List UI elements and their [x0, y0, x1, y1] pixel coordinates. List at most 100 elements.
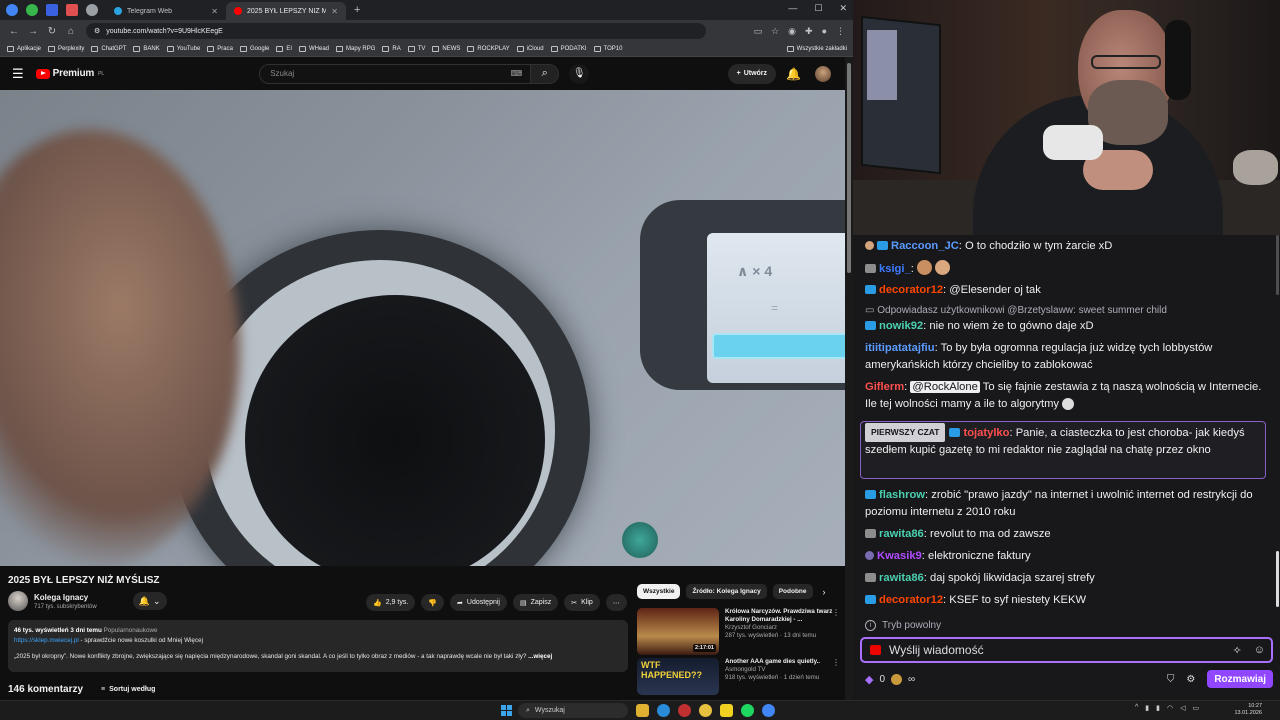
chat-username[interactable]: Kwasik9 [877, 550, 922, 562]
user-mention[interactable]: @RockAlone [910, 381, 980, 393]
reply-context[interactable]: ▭ Odpowiadasz użytkownikowi @Brzetyslaww… [865, 305, 1265, 316]
reload-icon[interactable]: ↻ [47, 26, 57, 37]
menu-dots-icon[interactable]: ⋮ [836, 26, 845, 37]
recommended-title[interactable]: Królowa Narcyzów. Prawdziwa twarz Karoli… [725, 608, 842, 624]
search-button[interactable]: ⌕ [531, 63, 560, 84]
start-icon[interactable] [501, 705, 512, 716]
close-tab-icon[interactable]: ✕ [331, 7, 338, 16]
bookmark-item[interactable]: ChatGPT [91, 46, 126, 52]
more-options-icon[interactable]: ⋮ [832, 658, 840, 667]
bookmark-item[interactable]: TV [407, 46, 425, 52]
file-explorer-icon[interactable] [636, 704, 649, 717]
emote-picker-icon[interactable]: ☺ [1254, 644, 1265, 657]
recommended-video[interactable]: 2:17:01 Królowa Narcyzów. Prawdziwa twar… [637, 608, 842, 655]
chat-username[interactable]: tojatylko [963, 427, 1009, 439]
video-player[interactable]: ∧ × 4 = [0, 90, 845, 566]
recommended-title[interactable]: Another AAA game dies quietly.. [725, 658, 842, 666]
avatar[interactable] [815, 65, 831, 82]
back-icon[interactable]: ← [9, 26, 19, 37]
new-tab-button[interactable]: + [354, 4, 360, 16]
chat-username[interactable]: nowik92 [879, 320, 923, 332]
chat-username[interactable]: decorator12 [879, 284, 943, 296]
all-bookmarks[interactable]: Wszystkie zakładki [786, 46, 847, 52]
channel-name[interactable]: Kolega Ignacy [34, 593, 97, 602]
cast-icon[interactable]: ▭ [754, 26, 763, 37]
search-input[interactable]: Szukaj ⌨ [259, 63, 532, 84]
pinned-tab-icon-2[interactable] [66, 4, 78, 16]
puzzle-icon[interactable]: ✚ [805, 26, 813, 37]
bookmark-item[interactable]: iCloud [516, 46, 544, 52]
clock[interactable]: 10:27 13.01.2026 [1224, 703, 1262, 717]
settings-gear-icon[interactable]: ⚙ [1186, 674, 1195, 685]
more-link[interactable]: ...więcej [528, 653, 552, 660]
chrome-icon[interactable] [699, 704, 712, 717]
more-actions-button[interactable]: ⋯ [605, 594, 627, 611]
chat-scrollbar-thumb[interactable] [1276, 551, 1279, 607]
recommended-video[interactable]: WTF HAPPENED?? Another AAA game dies qui… [637, 658, 842, 695]
save-button[interactable]: ▤ Zapisz [512, 594, 559, 611]
voice-search-button[interactable]: 🎙 [569, 63, 590, 84]
bookmark-item[interactable]: EI [276, 46, 292, 52]
bookmark-star-icon[interactable]: ☆ [771, 26, 779, 37]
opera-icon[interactable] [678, 704, 691, 717]
close-tab-icon[interactable]: ✕ [211, 7, 218, 16]
tab-youtube[interactable]: 2025 BYŁ LEPSZY NIŻ MYŚLISZ ✕ [226, 2, 346, 20]
bookmark-item[interactable]: Perplexity [48, 46, 84, 52]
chat-username[interactable]: rawita86 [879, 528, 924, 540]
create-button[interactable]: + Utwórz [727, 63, 777, 84]
chat-username[interactable]: rawita86 [879, 572, 924, 584]
chevron-right-icon[interactable]: › [823, 587, 826, 597]
channel-avatar[interactable] [8, 591, 28, 611]
bookmark-item[interactable]: PODATKI [550, 46, 587, 52]
magic-icon[interactable]: ✧ [1233, 644, 1242, 657]
whatsapp-icon[interactable] [26, 4, 38, 16]
pinned-tab-icon-3[interactable] [86, 4, 98, 16]
spotify-icon[interactable] [741, 704, 754, 717]
channel-points[interactable]: ◆ 0 ∞ [865, 673, 915, 686]
category-tag[interactable]: Popularnonaukowe [104, 627, 158, 634]
chat-username[interactable]: decorator12 [879, 594, 943, 606]
bookmark-item[interactable]: YouTube [166, 46, 200, 52]
like-button[interactable]: 👍 2,9 tys. [366, 594, 416, 611]
chip-similar[interactable]: Podobne [772, 584, 813, 599]
home-icon[interactable]: ⌂ [66, 26, 76, 37]
edge-icon[interactable] [657, 704, 670, 717]
notifications-bell-icon[interactable]: 🔔 [786, 67, 801, 81]
profile-icon[interactable]: ● [822, 26, 827, 37]
tray-chevron-icon[interactable]: ^ [1135, 704, 1138, 712]
forward-icon[interactable]: → [28, 26, 38, 37]
page-scrollbar[interactable] [845, 57, 853, 700]
sort-button[interactable]: ≡ Sortuj według [101, 686, 155, 693]
bookmark-item[interactable]: TOP10 [593, 46, 622, 52]
more-options-icon[interactable]: ⋮ [832, 608, 840, 617]
bookmark-item[interactable]: RA [382, 46, 401, 52]
close-window-icon[interactable]: ✕ [839, 3, 847, 14]
bookmark-item[interactable]: BANK [133, 46, 160, 52]
network-icon[interactable]: ◠ [1167, 704, 1173, 712]
video-description[interactable]: 46 tys. wyświetleń 3 dni temu Popularnon… [8, 620, 628, 672]
recommended-channel[interactable]: Krzysztof Gonciarz [725, 624, 842, 632]
send-chat-button[interactable]: Rozmawiaj [1207, 670, 1273, 688]
clip-button[interactable]: ✂ Klip [564, 594, 600, 611]
menu-hamburger-icon[interactable]: ☰ [12, 66, 24, 82]
pinned-tab-icon[interactable] [46, 4, 58, 16]
shield-icon[interactable]: ⛉ [1167, 674, 1175, 685]
youtube-logo[interactable]: Premium PL [35, 68, 104, 79]
bookmark-item[interactable]: NEWS [432, 46, 460, 52]
chat-username[interactable]: flashrow [879, 489, 925, 501]
video-thumbnail[interactable]: WTF HAPPENED?? [637, 658, 719, 695]
bookmark-item[interactable]: Praca [207, 46, 233, 52]
dislike-button[interactable]: 👎 [421, 594, 445, 611]
scrollbar-thumb[interactable] [847, 63, 851, 273]
extension-icon[interactable]: ◉ [788, 26, 796, 37]
chrome-active-icon[interactable] [762, 704, 775, 717]
address-bar[interactable]: ⚙ youtube.com/watch?v=9U9HlcKEegE [86, 23, 706, 39]
back-nav-icon[interactable] [6, 4, 18, 16]
chat-username[interactable]: Giflerm [865, 381, 904, 393]
description-link[interactable]: https://sklep.mwiecej.pl [14, 637, 79, 644]
bookmark-item[interactable]: WHead [299, 46, 329, 52]
video-thumbnail[interactable]: 2:17:01 [637, 608, 719, 655]
bookmark-item[interactable]: Aplikacje [7, 46, 41, 52]
chip-source[interactable]: Źródło: Kolega Ignacy [686, 584, 767, 599]
chat-username[interactable]: itiitipatatajfiu [865, 342, 935, 354]
